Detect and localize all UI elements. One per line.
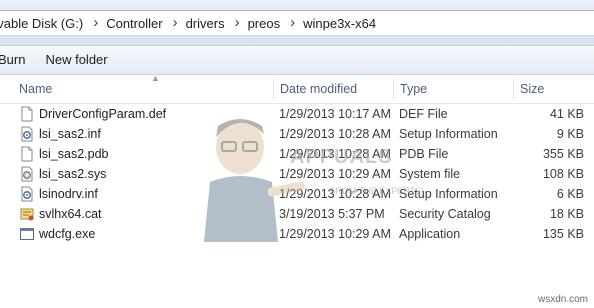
column-header-date-label: Date modified bbox=[280, 82, 358, 96]
file-size: 6 KB bbox=[556, 187, 584, 201]
file-name: lsinodrv.inf bbox=[39, 187, 98, 201]
file-type: Security Catalog bbox=[399, 207, 491, 221]
setup-info-icon bbox=[19, 126, 35, 142]
file-name-cell: wdcfg.exe bbox=[19, 224, 274, 244]
site-label: wsxdn.com bbox=[537, 294, 588, 305]
column-header-size-label: Size bbox=[520, 82, 545, 96]
breadcrumb-controller[interactable]: Controller bbox=[106, 16, 166, 31]
file-row[interactable]: DriverConfigParam.def 1/29/2013 10:17 AM… bbox=[0, 104, 594, 124]
file-type: System file bbox=[399, 167, 461, 181]
file-size: 41 KB bbox=[549, 107, 584, 121]
file-name-cell: lsi_sas2.inf bbox=[19, 124, 274, 144]
file-name: svlhx64.cat bbox=[39, 207, 102, 221]
burn-button[interactable]: Burn bbox=[0, 46, 35, 74]
application-icon bbox=[19, 226, 35, 242]
address-bar-area: ovable Disk (G:) › Controller › drivers … bbox=[0, 0, 594, 46]
breadcrumb-chevron-icon[interactable]: › bbox=[229, 12, 248, 34]
file-size: 108 KB bbox=[542, 167, 584, 181]
column-header-date[interactable]: Date modified bbox=[274, 75, 394, 103]
file-size: 9 KB bbox=[556, 127, 584, 141]
file-size: 135 KB bbox=[542, 227, 584, 241]
column-header-size[interactable]: Size bbox=[514, 75, 594, 103]
file-list: DriverConfigParam.def 1/29/2013 10:17 AM… bbox=[0, 104, 594, 244]
blank-file-icon bbox=[19, 146, 35, 162]
file-name-cell: DriverConfigParam.def bbox=[19, 104, 274, 124]
file-date: 1/29/2013 10:17 AM bbox=[279, 107, 391, 121]
blank-file-icon bbox=[19, 106, 35, 122]
breadcrumb-winpe3x-x64[interactable]: winpe3x-x64 bbox=[303, 16, 380, 31]
breadcrumb-chevron-icon[interactable]: › bbox=[167, 12, 186, 34]
breadcrumb-chevron-icon[interactable]: › bbox=[87, 12, 106, 34]
setup-info-icon bbox=[19, 186, 35, 202]
column-header-name-label: Name bbox=[19, 82, 53, 96]
breadcrumb-preos[interactable]: preos bbox=[248, 16, 285, 31]
file-name: wdcfg.exe bbox=[39, 227, 96, 241]
file-row[interactable]: lsinodrv.inf 1/29/2013 10:28 AM Setup In… bbox=[0, 184, 594, 204]
file-name: lsi_sas2.pdb bbox=[39, 147, 109, 161]
file-row[interactable]: lsi_sas2.inf 1/29/2013 10:28 AM Setup In… bbox=[0, 124, 594, 144]
file-name-cell: lsi_sas2.pdb bbox=[19, 144, 274, 164]
breadcrumb-removable-disk[interactable]: ovable Disk (G:) bbox=[0, 16, 87, 31]
file-type: Application bbox=[399, 227, 461, 241]
file-date: 1/29/2013 10:28 AM bbox=[279, 127, 391, 141]
file-name: lsi_sas2.sys bbox=[39, 167, 107, 181]
file-row[interactable]: wdcfg.exe 1/29/2013 10:29 AM Application… bbox=[0, 224, 594, 244]
column-header-type-label: Type bbox=[400, 82, 428, 96]
breadcrumb-drivers[interactable]: drivers bbox=[186, 16, 229, 31]
file-type: PDB File bbox=[399, 147, 449, 161]
file-size: 18 KB bbox=[549, 207, 584, 221]
command-toolbar: Burn New folder bbox=[0, 46, 594, 75]
file-type: DEF File bbox=[399, 107, 448, 121]
column-header-row: ▲ Name Date modified Type Size bbox=[0, 73, 594, 104]
sort-up-icon: ▲ bbox=[151, 73, 160, 83]
watermark-brand: APPUALS bbox=[290, 146, 393, 168]
system-file-icon bbox=[19, 166, 35, 182]
file-size: 355 KB bbox=[542, 147, 584, 161]
column-header-name[interactable]: ▲ Name bbox=[13, 73, 274, 103]
file-name-cell: svlhx64.cat bbox=[19, 204, 274, 224]
file-name: lsi_sas2.inf bbox=[39, 127, 101, 141]
file-date: 3/19/2013 5:37 PM bbox=[279, 207, 385, 221]
column-header-type[interactable]: Type bbox=[394, 75, 514, 103]
file-name-cell: lsinodrv.inf bbox=[19, 184, 274, 204]
file-date: 1/29/2013 10:29 AM bbox=[279, 227, 391, 241]
watermark-tagline: FROM THE EXPERTS! bbox=[330, 186, 424, 196]
new-folder-button[interactable]: New folder bbox=[35, 46, 117, 74]
address-bar[interactable]: ovable Disk (G:) › Controller › drivers … bbox=[0, 10, 594, 36]
security-catalog-icon bbox=[19, 206, 35, 222]
file-name-cell: lsi_sas2.sys bbox=[19, 164, 274, 184]
file-type: Setup Information bbox=[399, 127, 498, 141]
breadcrumb-chevron-icon[interactable]: › bbox=[284, 12, 303, 34]
file-name: DriverConfigParam.def bbox=[39, 107, 167, 121]
file-row[interactable]: svlhx64.cat 3/19/2013 5:37 PM Security C… bbox=[0, 204, 594, 224]
